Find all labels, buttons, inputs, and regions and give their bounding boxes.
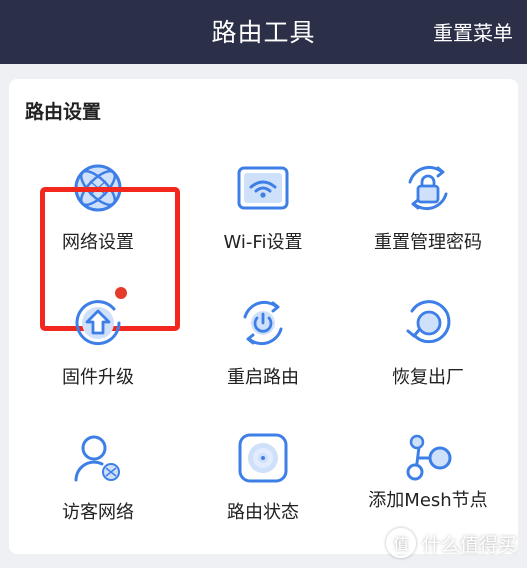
globe-icon	[74, 164, 122, 212]
watermark: 值 什么值得买	[385, 526, 517, 560]
guest-user-icon	[74, 435, 120, 482]
router-settings-card: 路由设置 网络设置 Wi-Fi设置 重置管理密码 固件升级 重启路由 恢复出厂 …	[9, 79, 518, 554]
tile-reset-admin-password[interactable]: 重置管理密码	[353, 136, 503, 266]
tile-label: 添加Mesh节点	[368, 490, 488, 511]
tile-add-mesh-node[interactable]: 添加Mesh节点	[353, 406, 503, 536]
tile-label: 网络设置	[62, 232, 134, 253]
tile-label: 恢复出厂	[392, 367, 464, 388]
power-restart-icon	[243, 300, 283, 346]
tile-restart-router[interactable]: 重启路由	[188, 271, 338, 401]
tile-guest-network[interactable]: 访客网络	[23, 406, 173, 536]
reset-menu-button[interactable]: 重置菜单	[433, 0, 513, 64]
section-title: 路由设置	[25, 101, 102, 123]
wifi-icon	[237, 166, 289, 210]
tile-firmware-upgrade[interactable]: 固件升级	[23, 271, 173, 401]
update-badge	[113, 285, 129, 301]
tile-wifi-settings[interactable]: Wi-Fi设置	[188, 136, 338, 266]
tile-label: 固件升级	[62, 367, 134, 388]
top-bar: 路由工具 重置菜单	[0, 0, 527, 64]
tile-router-status[interactable]: 路由状态	[188, 406, 338, 536]
tile-label: 重置管理密码	[374, 232, 482, 253]
lock-reset-icon	[408, 165, 448, 211]
watermark-logo-icon: 值	[385, 528, 416, 558]
tile-label: 重启路由	[227, 367, 299, 388]
tile-label: Wi-Fi设置	[223, 232, 303, 253]
upgrade-icon	[75, 300, 121, 346]
mesh-node-icon	[406, 434, 452, 481]
tile-label: 访客网络	[62, 502, 134, 523]
factory-reset-icon	[406, 300, 451, 344]
router-status-icon	[238, 433, 288, 483]
tile-network-settings[interactable]: 网络设置	[23, 136, 180, 331]
tile-factory-reset[interactable]: 恢复出厂	[353, 271, 503, 401]
tile-label: 路由状态	[227, 502, 299, 523]
watermark-text: 什么值得买	[421, 533, 517, 556]
